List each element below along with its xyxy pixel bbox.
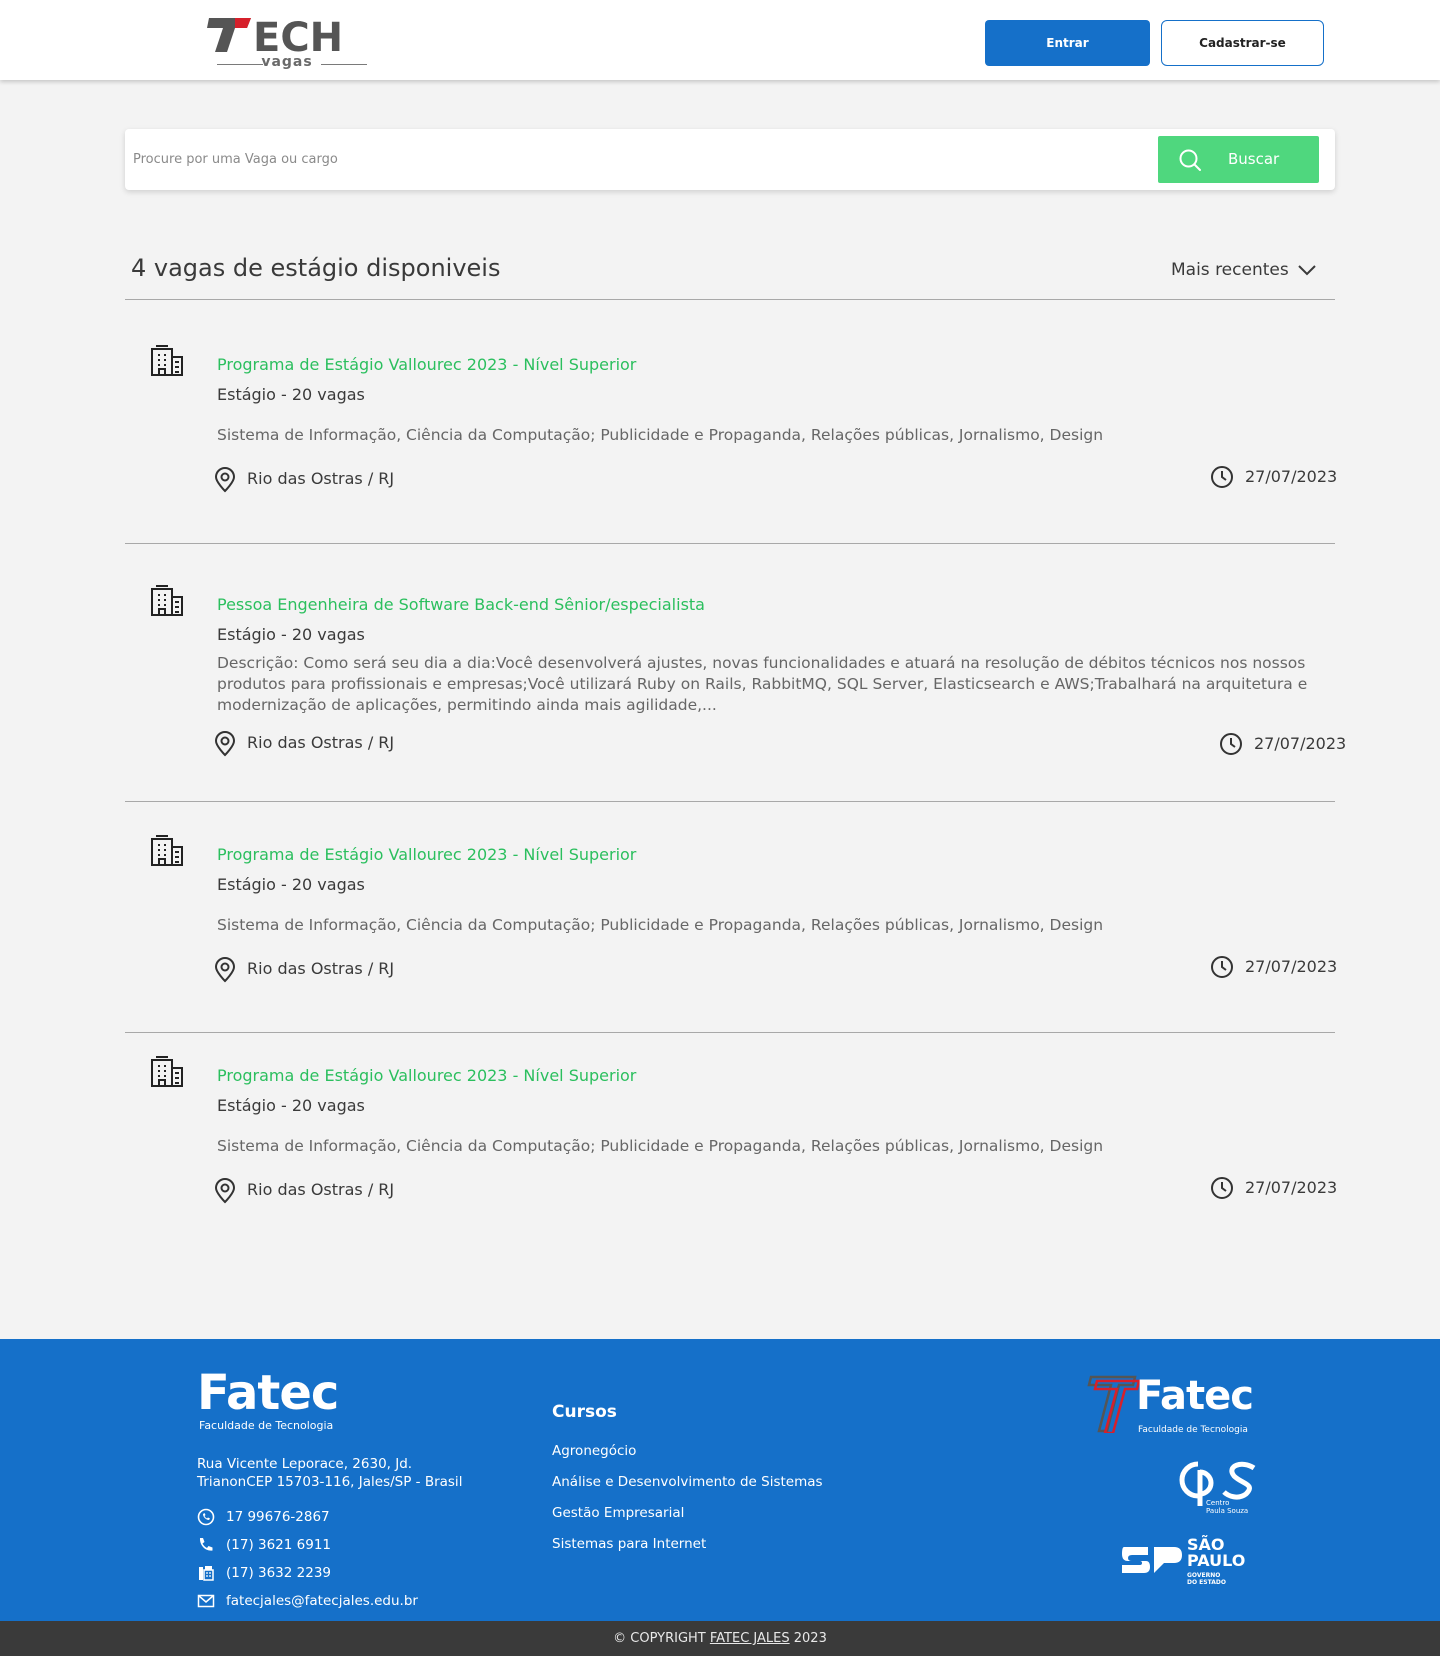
job-meta: Estágio - 20 vagas [217,625,365,644]
fatec-tagline: Faculdade de Tecnologia [199,1419,334,1432]
whatsapp-icon [197,1508,215,1526]
job-meta: Estágio - 20 vagas [217,1096,365,1115]
logo-subtext: vagas [205,54,369,70]
fatec-partner-word: Fatec [1136,1373,1254,1419]
fatec-logo[interactable]: Fatec Faculdade de Tecnologia [197,1365,339,1432]
copyright-bar: © COPYRIGHT FATEC JALES 2023 [0,1621,1440,1656]
tech-logo-icon: ECH [207,15,343,56]
course-link[interactable]: Sistemas para Internet [552,1536,706,1552]
mail-icon [197,1594,215,1608]
fax-icon [199,1566,214,1581]
site-footer: Fatec Faculdade de Tecnologia Rua Vicent… [0,1339,1440,1621]
building-icon [150,833,184,871]
login-button[interactable]: Entrar [985,20,1150,66]
job-title[interactable]: Programa de Estágio Vallourec 2023 - Nív… [217,845,636,864]
search-input[interactable] [133,139,1273,179]
job-location-text: Rio das Ostras / RJ [247,1180,395,1199]
clock-icon [1210,1176,1234,1204]
copyright-prefix: © COPYRIGHT [613,1631,710,1646]
contact-email-text: fatecjales@fatecjales.edu.br [226,1593,418,1609]
sort-label: Mais recentes [1171,260,1289,280]
job-location-text: Rio das Ostras / RJ [247,733,395,752]
job-meta: Estágio - 20 vagas [217,385,365,404]
job-description: Descrição: Como será seu dia a dia:Você … [217,654,1308,714]
job-date-text: 27/07/2023 [1245,467,1338,486]
sort-dropdown[interactable]: Mais recentes [1171,260,1321,284]
sp-icon [1122,1547,1182,1573]
building-icon [150,583,184,621]
location-pin-icon [214,731,236,761]
svg-text:ECH: ECH [253,15,343,56]
course-link[interactable]: Gestão Empresarial [552,1505,684,1521]
register-button[interactable]: Cadastrar-se [1161,20,1324,66]
cps-tagline: Centro Paula Souza [1206,1499,1249,1515]
clock-icon [1210,955,1234,983]
job-description: Sistema de Informação, Ciência da Comput… [217,426,1104,444]
sp-subtitle: GOVERNO DO ESTADO [1187,1572,1226,1586]
sp-title: SÃO PAULO [1187,1535,1246,1570]
location-pin-icon [214,1178,236,1208]
copyright-link[interactable]: FATEC JALES [710,1631,790,1646]
job-meta: Estágio - 20 vagas [217,875,365,894]
contact-phone-text: (17) 3621 6911 [226,1537,332,1553]
search-icon [1178,148,1202,176]
search-button-label: Buscar [1228,150,1280,168]
clock-icon [1210,465,1234,493]
courses-title: Cursos [552,1402,617,1422]
search-button[interactable]: Buscar [1158,136,1319,183]
footer-address: Rua Vicente Leporace, 2630, Jd. TrianonC… [197,1456,463,1490]
copyright-suffix: 2023 [789,1631,827,1646]
fatec-partner-tagline: Faculdade de Tecnologia [1138,1425,1248,1435]
chevron-down-icon [1297,262,1317,283]
job-description: Sistema de Informação, Ciência da Comput… [217,1137,1104,1155]
clock-icon [1219,732,1243,760]
sao-paulo-gov-logo[interactable]: SÃO PAULO GOVERNO DO ESTADO [1120,1537,1260,1592]
location-pin-icon [214,957,236,987]
contact-fax-text: (17) 3632 2239 [226,1565,332,1581]
fatec-partner-logo[interactable]: Fatec Faculdade de Tecnologia [1085,1373,1255,1435]
divider [125,801,1335,802]
contact-whatsapp-text: 17 99676-2867 [226,1509,330,1525]
course-link[interactable]: Agronegócio [552,1443,636,1459]
divider [125,299,1335,300]
building-icon [150,343,184,381]
job-date-text: 27/07/2023 [1245,1178,1338,1197]
location-pin-icon [214,467,236,497]
job-title[interactable]: Programa de Estágio Vallourec 2023 - Nív… [217,355,636,374]
building-icon [150,1054,184,1092]
job-date-text: 27/07/2023 [1254,734,1347,753]
divider [125,543,1335,544]
cps-logo[interactable]: Centro Paula Souza [1170,1456,1260,1516]
course-link[interactable]: Análise e Desenvolvimento de Sistemas [552,1474,823,1490]
tech-vagas-logo[interactable]: ECH vagas [205,14,369,72]
job-location-text: Rio das Ostras / RJ [247,469,395,488]
job-description: Sistema de Informação, Ciência da Comput… [217,916,1104,934]
phone-icon [199,1538,213,1551]
job-location-text: Rio das Ostras / RJ [247,959,395,978]
search-bar: Buscar [125,129,1335,190]
job-title[interactable]: Pessoa Engenheira de Software Back-end S… [217,595,705,614]
job-title[interactable]: Programa de Estágio Vallourec 2023 - Nív… [217,1066,636,1085]
job-date-text: 27/07/2023 [1245,957,1338,976]
fatec-brand: Fatec [197,1365,339,1421]
results-title: 4 vagas de estágio disponiveis [131,254,501,282]
divider [125,1032,1335,1033]
fatec-t-icon [1087,1375,1141,1433]
top-header: ECH vagas Entrar Cadastrar-se [0,0,1440,80]
